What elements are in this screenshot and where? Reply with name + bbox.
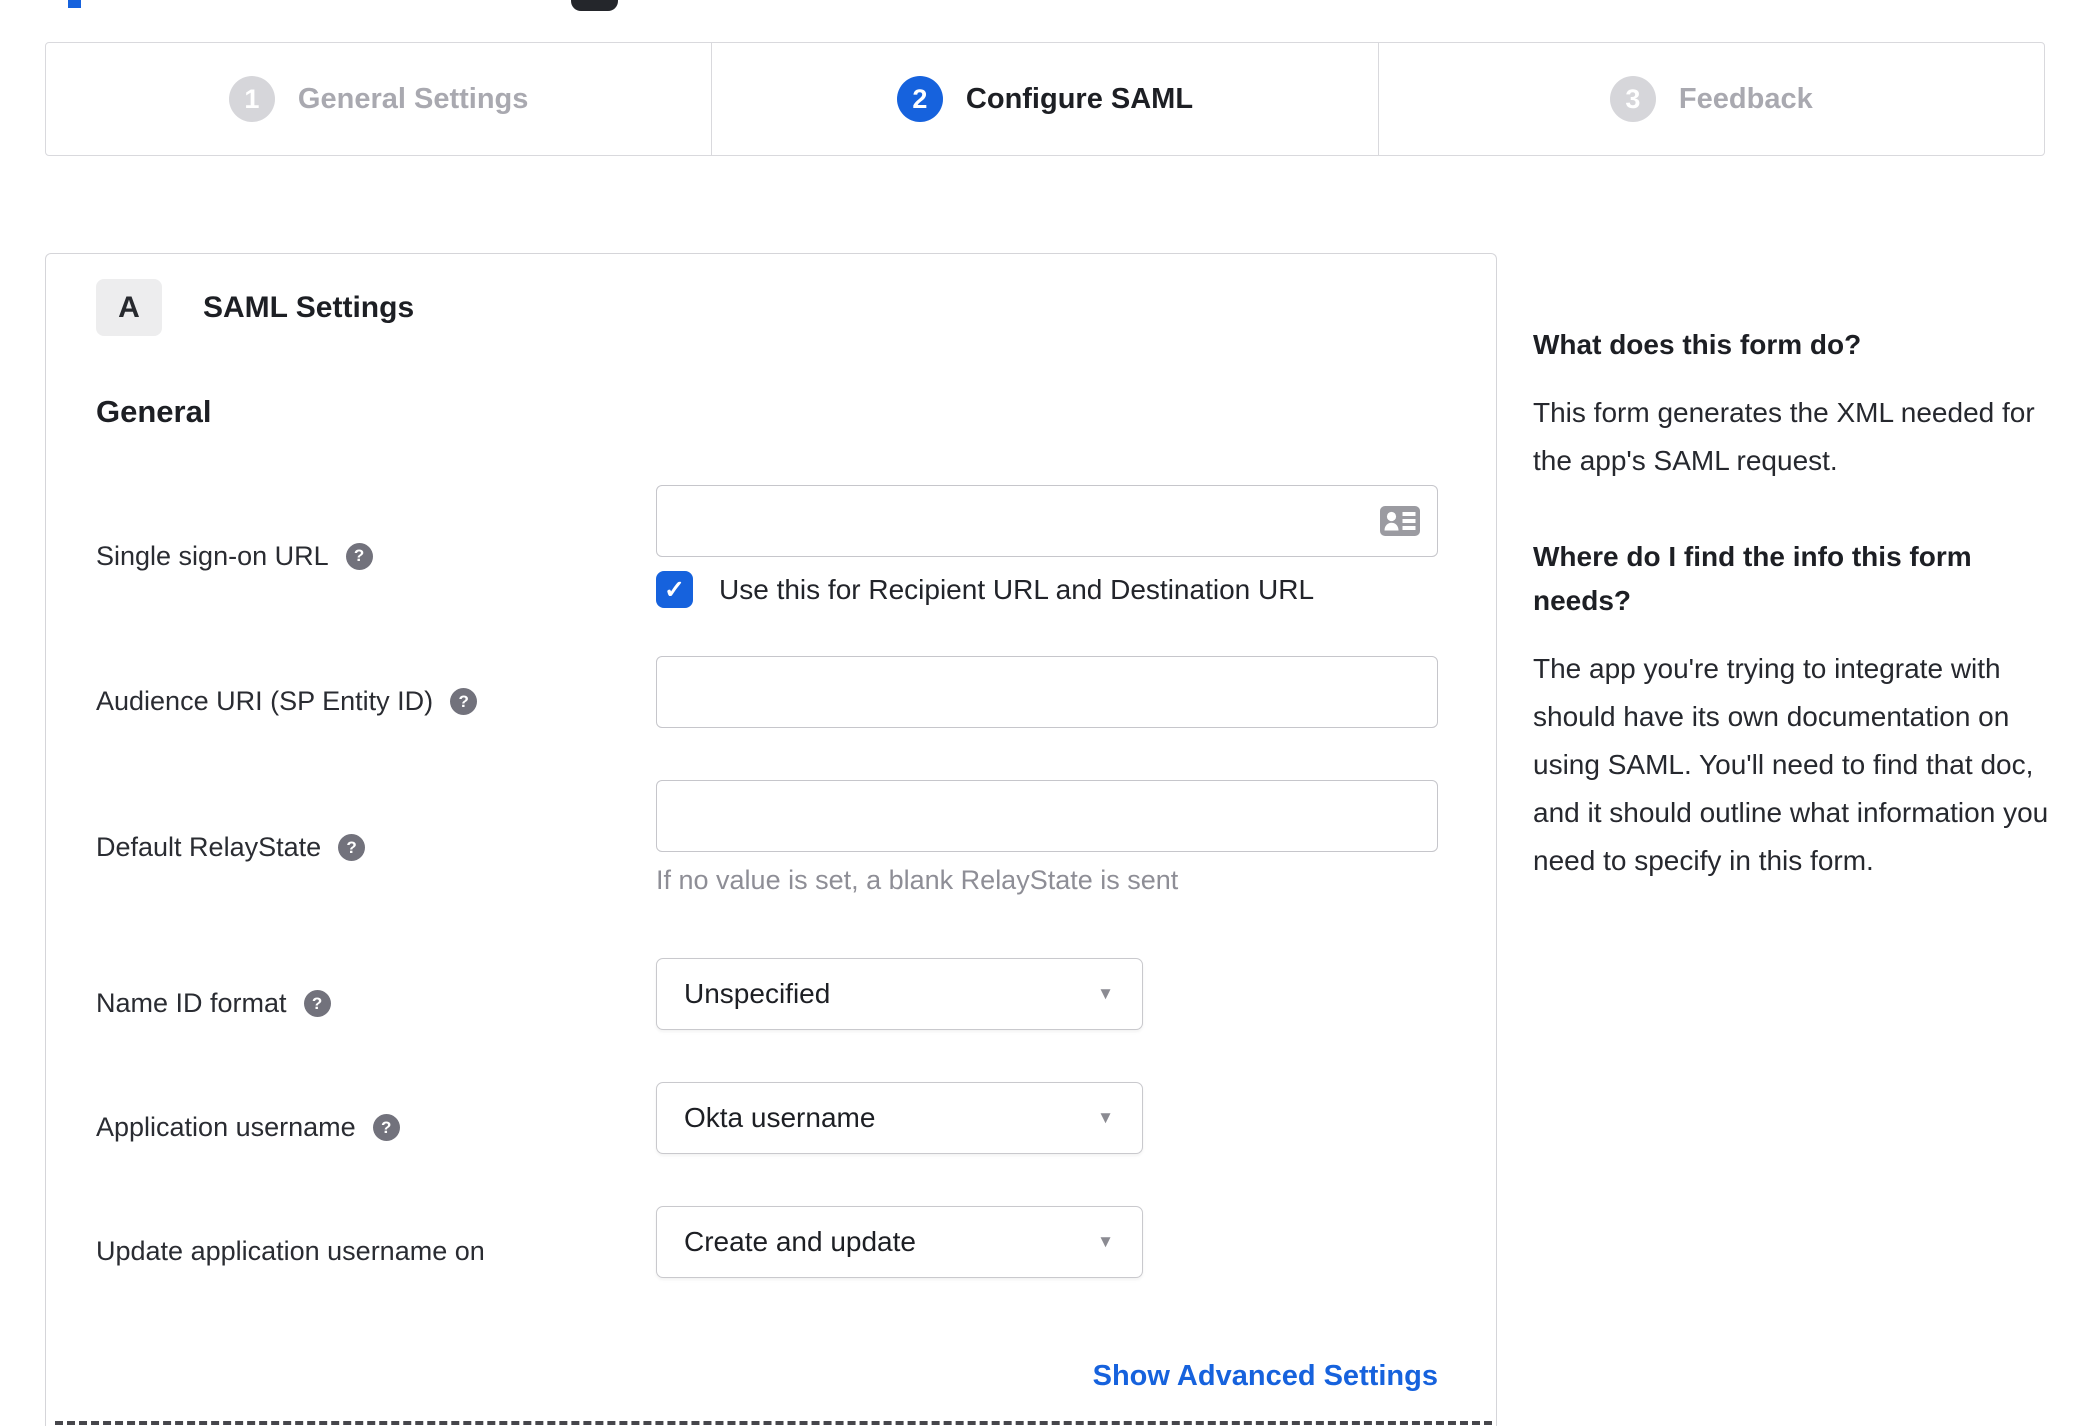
application-username-label: Application username (96, 1112, 356, 1142)
capture-dashed-edge (55, 1421, 1492, 1425)
application-username-label-group: Application username ? (96, 1082, 656, 1154)
relay-state-label: Default RelayState (96, 832, 322, 862)
step-label: General Settings (297, 82, 529, 115)
help-answer-1: This form generates the XML needed for t… (1533, 397, 2035, 476)
chevron-down-icon: ▼ (1097, 1108, 1114, 1127)
advanced-settings-row: Show Advanced Settings (96, 1360, 1438, 1393)
step-number-badge: 2 (896, 76, 943, 122)
panel-header: A SAML Settings (96, 279, 1438, 336)
recipient-destination-checkbox-label: Use this for Recipient URL and Destinati… (719, 573, 1315, 605)
step-number-badge: 1 (228, 76, 275, 122)
audience-uri-label-group: Audience URI (SP Entity ID) ? (96, 656, 656, 728)
panel-title: SAML Settings (203, 290, 415, 324)
chevron-down-icon: ▼ (1097, 1232, 1114, 1251)
help-sidebar: What does this form do? This form genera… (1533, 323, 2057, 935)
sso-url-label: Single sign-on URL (96, 540, 329, 571)
saml-settings-panel: A SAML Settings General Single sign-on U… (45, 253, 1497, 1426)
name-id-format-row: Name ID format ? Unspecified ▼ (96, 958, 1438, 1030)
relay-state-label-group: Default RelayState ? (96, 780, 656, 896)
general-section-heading: General (96, 394, 212, 429)
clipped-logo-fragment (571, 0, 618, 11)
help-icon[interactable]: ? (450, 688, 478, 715)
update-username-value: Create and update (684, 1226, 916, 1257)
help-icon[interactable]: ? (338, 834, 366, 861)
sso-url-row: Single sign-on URL ? ✓ Use this for Reci… (96, 485, 1438, 608)
contact-card-icon[interactable] (1380, 506, 1420, 536)
update-username-label-group: Update application username on (96, 1206, 656, 1278)
application-username-select[interactable]: Okta username ▼ (656, 1082, 1143, 1154)
name-id-format-label-group: Name ID format ? (96, 958, 656, 1030)
help-answer-2: The app you're trying to integrate with … (1533, 653, 2049, 876)
show-advanced-settings-link[interactable]: Show Advanced Settings (1093, 1360, 1438, 1392)
audience-uri-row: Audience URI (SP Entity ID) ? (96, 656, 1438, 728)
chevron-down-icon: ▼ (1097, 984, 1114, 1003)
help-icon[interactable]: ? (303, 990, 331, 1017)
step-number-badge: 3 (1609, 76, 1656, 122)
relay-state-hint: If no value is set, a blank RelayState i… (656, 865, 1179, 895)
step-feedback[interactable]: 3 Feedback (1377, 43, 2044, 155)
name-id-format-label: Name ID format (96, 988, 287, 1018)
update-username-label: Update application username on (96, 1236, 485, 1266)
step-general-settings[interactable]: 1 General Settings (46, 43, 711, 155)
audience-uri-input[interactable] (656, 656, 1438, 728)
checkmark-icon: ✓ (664, 575, 685, 604)
relay-state-input[interactable] (656, 780, 1438, 852)
recipient-destination-checkbox[interactable]: ✓ (656, 571, 693, 608)
help-icon[interactable]: ? (372, 1114, 400, 1141)
update-username-row: Update application username on Create an… (96, 1206, 1438, 1278)
update-username-select[interactable]: Create and update ▼ (656, 1206, 1143, 1278)
step-configure-saml[interactable]: 2 Configure SAML (711, 43, 1377, 155)
help-question-2: Where do I find the info this form needs… (1533, 541, 1972, 616)
sso-recipient-checkbox-row: ✓ Use this for Recipient URL and Destina… (656, 571, 1438, 608)
sso-url-label-group: Single sign-on URL ? (96, 485, 656, 608)
clipped-app-title-fragment (68, 0, 81, 8)
wizard-stepper: 1 General Settings 2 Configure SAML 3 Fe… (45, 42, 2045, 156)
help-icon[interactable]: ? (345, 542, 373, 570)
application-username-row: Application username ? Okta username ▼ (96, 1082, 1438, 1154)
audience-uri-label: Audience URI (SP Entity ID) (96, 686, 434, 716)
section-a-badge: A (96, 279, 162, 336)
sso-url-input[interactable] (656, 485, 1438, 557)
step-label: Feedback (1678, 82, 1813, 115)
relay-state-row: Default RelayState ? If no value is set,… (96, 780, 1438, 896)
help-question-1: What does this form do? (1533, 329, 1862, 360)
application-username-value: Okta username (684, 1102, 876, 1133)
name-id-format-value: Unspecified (684, 978, 831, 1009)
step-label: Configure SAML (965, 82, 1194, 115)
name-id-format-select[interactable]: Unspecified ▼ (656, 958, 1143, 1030)
